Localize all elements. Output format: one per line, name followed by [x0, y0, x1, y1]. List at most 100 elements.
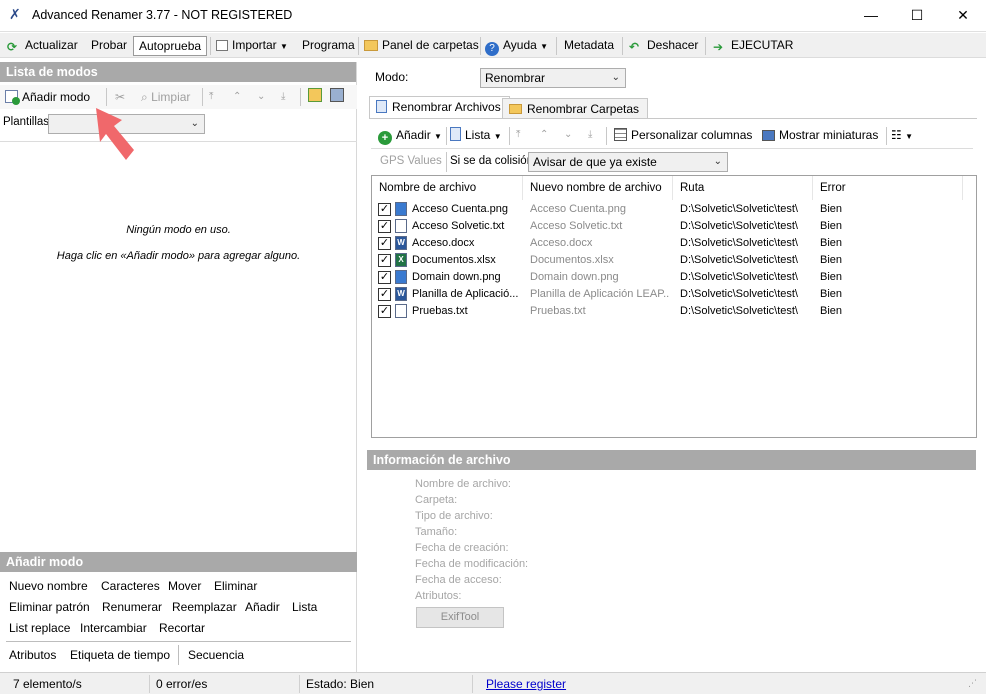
cell-ruta: D:\Solvetic\Solvetic\test\: [680, 271, 798, 283]
table-row[interactable]: ✓ Acceso Solvetic.txt Acceso Solvetic.txt D…: [372, 218, 976, 235]
minimize-button[interactable]: —: [848, 0, 894, 32]
mode-lista[interactable]: Lista: [292, 600, 317, 614]
row-checkbox[interactable]: ✓: [378, 305, 391, 318]
cell-nuevo-nombre: Acceso Solvetic.txt: [530, 220, 623, 232]
add-circle-icon: +: [378, 131, 392, 145]
move-down-icon[interactable]: ⌄: [257, 88, 265, 108]
row-checkbox[interactable]: ✓: [378, 237, 391, 250]
close-button[interactable]: ✕: [940, 0, 986, 32]
divider: [6, 641, 351, 642]
cell-error: Bien: [820, 203, 843, 215]
load-preset-icon[interactable]: [308, 88, 322, 108]
tab-renombrar-carpetas[interactable]: Renombrar Carpetas: [502, 98, 649, 119]
panel-carpetas-button[interactable]: Panel de carpetas: [364, 36, 479, 56]
cell-nombre: Acceso.docx: [412, 237, 475, 249]
file-tab-icon: [376, 100, 387, 113]
move-up-icon[interactable]: ⌃: [233, 88, 241, 108]
mode-reemplazar[interactable]: Reemplazar: [172, 600, 237, 614]
info-header: Información de archivo: [367, 450, 976, 470]
limpiar-button[interactable]: ⌕ Limpiar: [141, 88, 190, 108]
info-label-creacion: Fecha de creación:: [415, 542, 509, 554]
mode-atributos[interactable]: Atributos: [9, 648, 56, 662]
mostrar-miniaturas-button[interactable]: Mostrar miniaturas: [762, 126, 878, 146]
autoprueba-toggle[interactable]: Autoprueba: [133, 36, 208, 56]
column-header-ruta[interactable]: Ruta: [673, 176, 813, 200]
text-file-icon: [395, 219, 407, 233]
exiftool-button[interactable]: ExifTool: [416, 607, 504, 628]
modo-select[interactable]: Renombrar ⌄: [480, 68, 626, 88]
cell-ruta: D:\Solvetic\Solvetic\test\: [680, 288, 798, 300]
mode-secuencia[interactable]: Secuencia: [188, 648, 244, 662]
column-header-nombre[interactable]: Nombre de archivo: [372, 176, 523, 200]
save-preset-icon[interactable]: [330, 88, 344, 108]
maximize-button[interactable]: ☐: [894, 0, 940, 32]
row-checkbox[interactable]: ✓: [378, 271, 391, 284]
column-header-nuevo-nombre[interactable]: Nuevo nombre de archivo: [523, 176, 673, 200]
chevron-down-icon: ⌄: [713, 156, 722, 167]
row-checkbox[interactable]: ✓: [378, 288, 391, 301]
info-label-modificacion: Fecha de modificación:: [415, 558, 529, 570]
mode-anadir[interactable]: Añadir: [245, 600, 280, 614]
cell-ruta: D:\Solvetic\Solvetic\test\: [680, 305, 798, 317]
row-checkbox[interactable]: ✓: [378, 220, 391, 233]
info-label-atributos: Atributos:: [415, 590, 462, 602]
mode-etiqueta-tiempo[interactable]: Etiqueta de tiempo: [70, 648, 170, 662]
empty-state-title: Ningún modo en uso.: [126, 224, 231, 236]
row-checkbox[interactable]: ✓: [378, 203, 391, 216]
row-checkbox[interactable]: ✓: [378, 254, 391, 267]
ejecutar-button[interactable]: ➔ EJECUTAR: [713, 36, 793, 56]
actualizar-button[interactable]: ⟳ Actualizar: [7, 36, 78, 56]
move-top-icon[interactable]: ⤒: [209, 88, 213, 108]
add-mode-button[interactable]: Añadir modo: [5, 88, 90, 108]
move-up-icon[interactable]: ⌃: [540, 126, 548, 146]
table-row[interactable]: ✓ X Documentos.xlsx Documentos.xlsx D:\Solve…: [372, 252, 976, 269]
tab-renombrar-archivos[interactable]: Renombrar Archivos: [369, 96, 510, 119]
metadata-button[interactable]: Metadata: [564, 36, 614, 56]
move-bottom-icon[interactable]: ⤓: [588, 126, 592, 146]
ayuda-dropdown[interactable]: ? Ayuda ▼: [485, 36, 548, 56]
resize-grip-icon[interactable]: ⋰: [968, 678, 977, 689]
mode-eliminar[interactable]: Eliminar: [214, 579, 257, 593]
mode-renumerar[interactable]: Renumerar: [102, 600, 162, 614]
miniaturas-label: Mostrar miniaturas: [779, 128, 879, 142]
lista-dropdown[interactable]: Lista ▼: [450, 126, 502, 146]
programa-button[interactable]: Programa: [302, 36, 355, 56]
gps-values-button[interactable]: GPS Values: [380, 155, 442, 167]
deshacer-button[interactable]: ↶ Deshacer: [629, 36, 698, 56]
move-top-icon[interactable]: ⤒: [516, 126, 520, 146]
excel-file-icon: X: [395, 253, 407, 267]
view-options-dropdown[interactable]: ☷ ▼: [891, 126, 913, 146]
app-logo-icon: ✗: [9, 6, 21, 22]
column-header-error[interactable]: Error: [813, 176, 963, 200]
table-row[interactable]: ✓ W Acceso.docx Acceso.docx D:\Solvetic\Solv…: [372, 235, 976, 252]
cell-nuevo-nombre: Acceso Cuenta.png: [530, 203, 627, 215]
colision-select[interactable]: Avisar de que ya existe ⌄: [528, 152, 728, 172]
mode-list-replace[interactable]: List replace: [9, 621, 70, 635]
table-row[interactable]: ✓ W Planilla de Aplicació... Planilla de Ap…: [372, 286, 976, 303]
divider: [178, 645, 179, 665]
table-row[interactable]: ✓ Acceso Cuenta.png Acceso Cuenta.png D:\So…: [372, 201, 976, 218]
dropdown-arrow-icon: ▼: [280, 42, 288, 51]
move-down-icon[interactable]: ⌄: [564, 126, 572, 146]
chevron-down-icon: ⌄: [190, 118, 199, 129]
mode-caracteres[interactable]: Caracteres: [101, 579, 160, 593]
view-list-icon: ☷: [891, 128, 902, 142]
move-bottom-icon[interactable]: ⤓: [281, 88, 285, 108]
mode-nuevo-nombre[interactable]: Nuevo nombre: [9, 579, 88, 593]
status-element-count: 7 elemento/s: [7, 675, 150, 693]
importar-dropdown[interactable]: Importar ▼: [216, 36, 288, 56]
register-link[interactable]: Please register: [486, 675, 566, 693]
mode-intercambiar[interactable]: Intercambiar: [80, 621, 147, 635]
list-file-icon: [450, 127, 461, 141]
mode-eliminar-patron[interactable]: Eliminar patrón: [9, 600, 90, 614]
anadir-dropdown[interactable]: + Añadir ▼: [378, 126, 442, 146]
mode-mover[interactable]: Mover: [168, 579, 201, 593]
divider: [446, 152, 447, 172]
probar-button[interactable]: Probar: [91, 36, 127, 56]
cut-icon[interactable]: ✂: [115, 88, 125, 108]
mode-recortar[interactable]: Recortar: [159, 621, 205, 635]
table-row[interactable]: ✓ Domain down.png Domain down.png D:\Solvet…: [372, 269, 976, 286]
personalizar-columnas-button[interactable]: Personalizar columnas: [614, 126, 752, 146]
table-row[interactable]: ✓ Pruebas.txt Pruebas.txt D:\Solvetic\Solve…: [372, 303, 976, 320]
main-toolbar: ⟳ Actualizar Probar Autoprueba Importar ▼…: [0, 33, 986, 58]
